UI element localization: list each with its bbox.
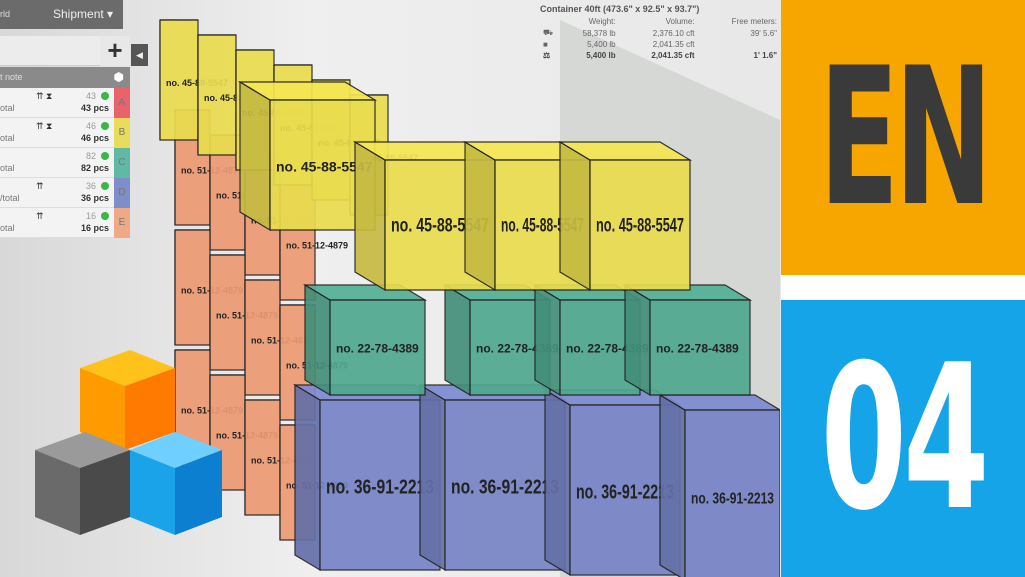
- blue-cube-icon: [130, 432, 222, 535]
- free-value: 1' 1.6": [753, 51, 778, 60]
- cargo-list-item[interactable]: otal 82 82 pcs C: [0, 148, 130, 178]
- language-label: EN: [818, 27, 992, 248]
- weight-header: Weight:: [588, 17, 616, 26]
- episode-badge: 04: [781, 300, 1025, 577]
- item-count: 16: [85, 211, 96, 221]
- orientation-icon: ⇈ ⧗: [36, 91, 53, 101]
- item-color-tag[interactable]: D: [114, 178, 130, 208]
- weight-icon: ⚖: [543, 51, 551, 60]
- item-count: 36: [85, 181, 96, 191]
- box-face: [304, 283, 331, 397]
- weight-value: 58,378 lb: [582, 28, 616, 38]
- box-label: no. 36-91-2213: [576, 482, 674, 504]
- status-dot-icon: [101, 182, 109, 190]
- box-face: [239, 80, 271, 232]
- cargo-list: otal ⇈ ⧗ 43 43 pcs Aotal ⇈ ⧗ 46 46 pcs B…: [0, 88, 130, 238]
- box-label: no. 36-91-2213: [451, 477, 559, 499]
- truck-icon: ⛟: [543, 28, 554, 37]
- gray-cube-icon: [35, 432, 130, 535]
- item-pcs: 46 pcs: [80, 133, 109, 143]
- box-face: [419, 383, 446, 572]
- world-tab[interactable]: rld: [0, 9, 10, 19]
- weight-value: 5,400 lb: [586, 51, 616, 60]
- item-subtitle: otal: [0, 223, 15, 233]
- status-dot-icon: [101, 212, 109, 220]
- container-info: Container 40ft (473.6" x 92.5" x 93.7") …: [540, 4, 780, 61]
- chevron-left-icon: ◀: [136, 50, 143, 60]
- volume-value: 2,376.10 cft: [652, 28, 695, 38]
- item-color-tag[interactable]: B: [114, 118, 130, 148]
- item-subtitle: /total: [0, 193, 20, 203]
- item-count: 46: [85, 121, 96, 131]
- free-meters-header: Free meters:: [731, 17, 777, 26]
- box-icon: ■: [543, 40, 548, 49]
- top-bar: rld Shipment ▾: [0, 0, 123, 29]
- box-face: [559, 140, 591, 292]
- box-face: [534, 283, 561, 397]
- item-subtitle: otal: [0, 103, 15, 113]
- list-header-label: t note: [0, 72, 23, 82]
- box-label: no. 22-78-4389: [336, 341, 419, 355]
- volume-value: 2,041.35 cft: [651, 51, 695, 60]
- box-label: no. 51-12-4879: [286, 240, 348, 250]
- box-label: no. 36-91-2213: [691, 491, 774, 508]
- free-value: 39' 5.6": [750, 28, 777, 38]
- orientation-icon: ⇈ ⧗: [36, 121, 53, 131]
- item-pcs: 36 pcs: [80, 193, 109, 203]
- item-pcs: 82 pcs: [80, 163, 109, 173]
- add-button[interactable]: +: [100, 36, 130, 66]
- item-pcs: 43 pcs: [80, 103, 109, 113]
- item-color-tag[interactable]: C: [114, 148, 130, 178]
- box-face: [624, 283, 651, 397]
- box-face: [294, 383, 321, 572]
- box-label: no. 22-78-4389: [656, 341, 739, 355]
- free-value: [698, 39, 780, 50]
- item-count: 82: [85, 151, 96, 161]
- box-face: [544, 388, 571, 577]
- box-face: [464, 140, 496, 292]
- box-face: [354, 140, 386, 292]
- language-badge: EN: [781, 0, 1025, 275]
- box-label: no. 45-88-5547: [596, 216, 684, 237]
- box-face: [659, 393, 686, 577]
- container-title: Container 40ft (473.6" x 92.5" x 93.7"): [540, 4, 700, 14]
- divider: [781, 275, 1025, 300]
- orientation-icon: ⇈: [36, 181, 44, 191]
- app-logo: [35, 350, 222, 535]
- cargo-list-item[interactable]: /total ⇈ 36 36 pcs D: [0, 178, 130, 208]
- cargo-list-item[interactable]: otal ⇈ 16 16 pcs E: [0, 208, 130, 238]
- volume-value: 2,041.35 cft: [652, 40, 695, 49]
- cargo-list-item[interactable]: otal ⇈ ⧗ 46 46 pcs B: [0, 118, 130, 148]
- box-label: no. 36-91-2213: [326, 477, 434, 499]
- shipment-dropdown[interactable]: Shipment ▾: [53, 7, 113, 21]
- item-color-tag[interactable]: E: [114, 208, 130, 238]
- load-cube-icon[interactable]: ⬢: [114, 67, 124, 88]
- status-dot-icon: [101, 152, 109, 160]
- item-color-tag[interactable]: A: [114, 88, 130, 118]
- collapse-panel-button[interactable]: ◀: [131, 44, 148, 66]
- box-face: [444, 283, 471, 397]
- episode-number: 04: [820, 322, 989, 555]
- plus-icon: +: [107, 35, 123, 65]
- cargo-list-item[interactable]: otal ⇈ ⧗ 43 43 pcs A: [0, 88, 130, 118]
- item-subtitle: otal: [0, 163, 15, 173]
- item-count: 43: [85, 91, 96, 101]
- weight-value: 5,400 lb: [587, 40, 616, 49]
- list-header: t note ⬢: [0, 67, 130, 88]
- status-dot-icon: [101, 92, 109, 100]
- item-pcs: 16 pcs: [80, 223, 109, 233]
- volume-header: Volume:: [665, 17, 695, 26]
- orange-cube-icon: [80, 350, 175, 450]
- orientation-icon: ⇈: [36, 211, 44, 221]
- item-subtitle: otal: [0, 133, 15, 143]
- status-dot-icon: [101, 122, 109, 130]
